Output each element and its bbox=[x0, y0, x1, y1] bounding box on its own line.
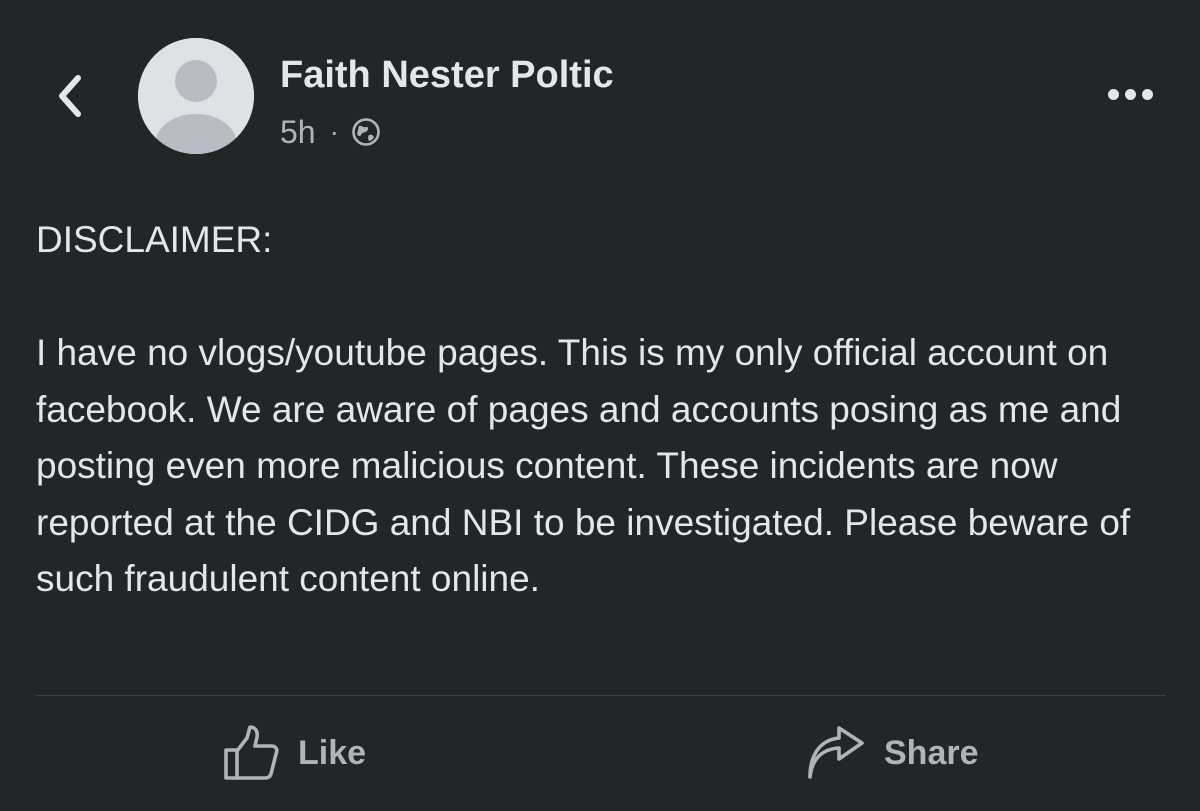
more-dot bbox=[1124, 88, 1136, 100]
thumbs-up-icon bbox=[224, 725, 279, 780]
post-heading: DISCLAIMER: bbox=[36, 219, 273, 260]
post-content: DISCLAIMER: I have no vlogs/youtube page… bbox=[36, 212, 1176, 608]
more-dot bbox=[1107, 88, 1119, 100]
back-button[interactable] bbox=[44, 66, 94, 126]
post-container: Faith Nester Poltic 5h · DISCLAIMER: I h… bbox=[0, 0, 1200, 811]
globe-icon bbox=[352, 118, 380, 146]
post-body: I have no vlogs/youtube pages. This is m… bbox=[36, 332, 1131, 599]
like-button[interactable]: Like bbox=[222, 718, 366, 788]
post-header: Faith Nester Poltic 5h · bbox=[0, 0, 1200, 190]
share-label: Share bbox=[884, 733, 979, 772]
post-actions: Like Share bbox=[0, 696, 1200, 811]
default-avatar-icon bbox=[138, 38, 254, 154]
meta-separator: · bbox=[329, 116, 339, 147]
more-dot bbox=[1141, 88, 1153, 100]
more-options-button[interactable] bbox=[1100, 78, 1160, 110]
share-arrow-icon bbox=[808, 726, 864, 779]
post-meta: 5h · bbox=[280, 112, 381, 152]
chevron-left-icon bbox=[59, 75, 81, 117]
author-name[interactable]: Faith Nester Poltic bbox=[280, 54, 614, 97]
post-timestamp[interactable]: 5h bbox=[280, 114, 316, 151]
avatar[interactable] bbox=[138, 38, 254, 154]
share-button[interactable]: Share bbox=[806, 718, 979, 788]
like-label: Like bbox=[298, 733, 367, 772]
